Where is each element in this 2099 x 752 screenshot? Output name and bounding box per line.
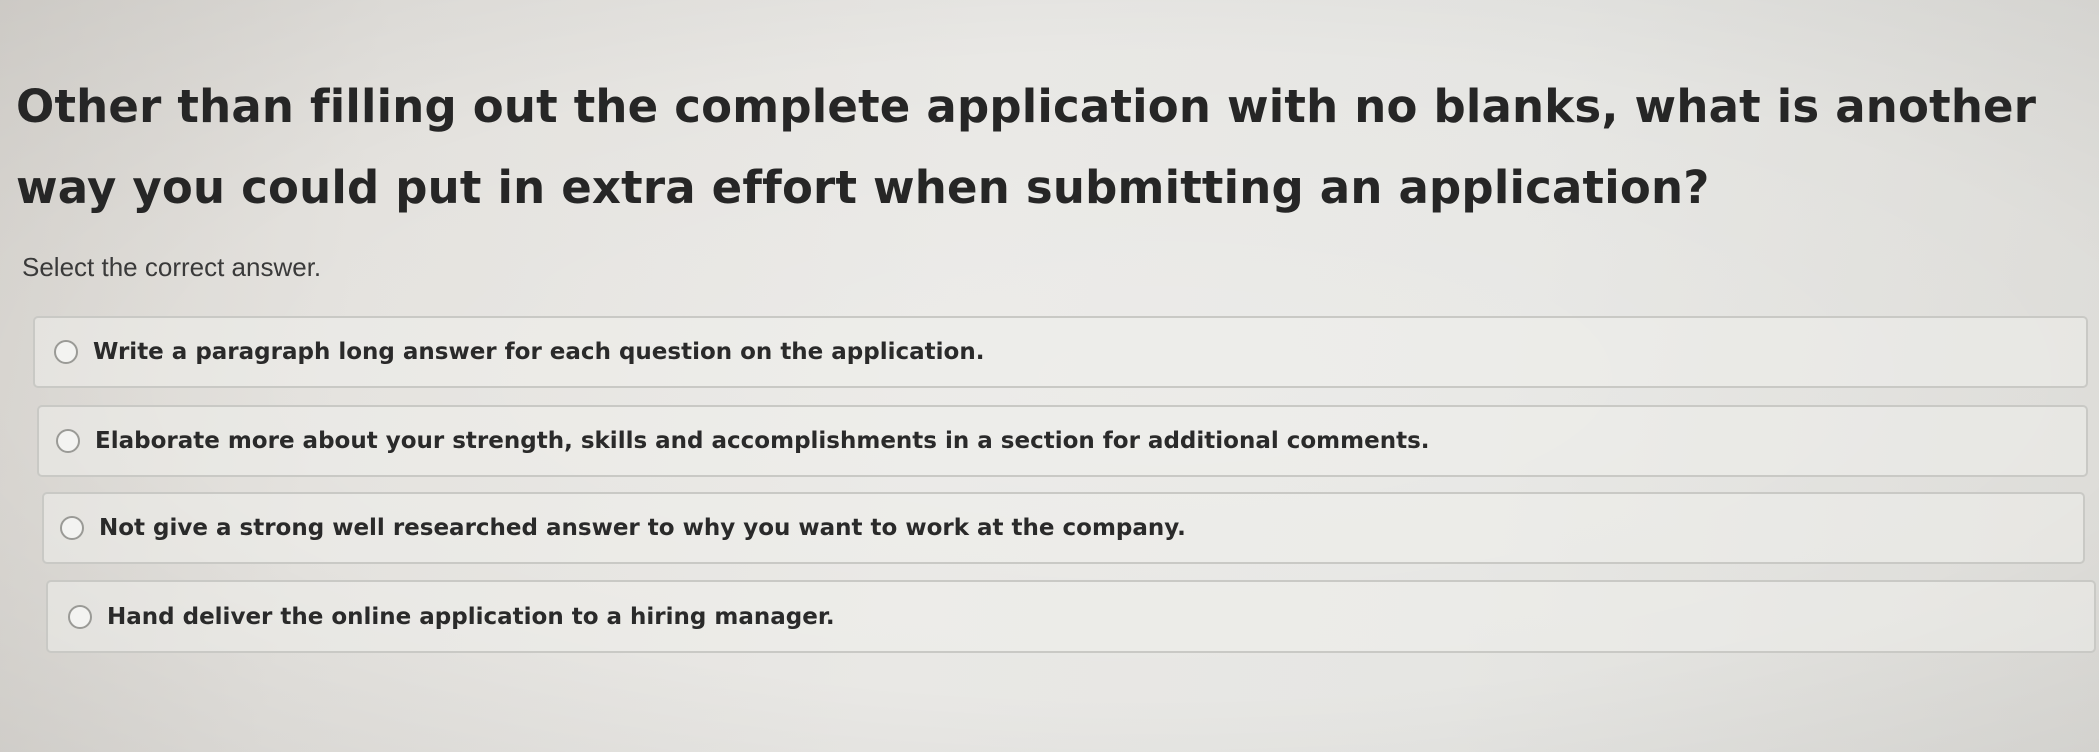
answer-option-label: Not give a strong well researched answer…: [99, 515, 1186, 541]
answer-option-label: Write a paragraph long answer for each q…: [93, 339, 985, 365]
radio-button-icon[interactable]: [60, 516, 84, 540]
instruction-text: Select the correct answer.: [22, 252, 322, 282]
answer-option-label: Elaborate more about your strength, skil…: [95, 428, 1430, 454]
answer-option-label: Hand deliver the online application to a…: [107, 603, 835, 630]
answer-option-2[interactable]: Elaborate more about your strength, skil…: [37, 405, 2088, 477]
radio-button-icon[interactable]: [56, 429, 80, 453]
answer-option-3[interactable]: Not give a strong well researched answer…: [42, 492, 2085, 564]
radio-button-icon[interactable]: [68, 604, 92, 629]
radio-button-icon[interactable]: [54, 340, 78, 364]
answer-option-4[interactable]: Hand deliver the online application to a…: [46, 580, 2096, 653]
question-text: Other than filling out the complete appl…: [16, 80, 2037, 214]
answer-option-1[interactable]: Write a paragraph long answer for each q…: [33, 316, 2088, 388]
